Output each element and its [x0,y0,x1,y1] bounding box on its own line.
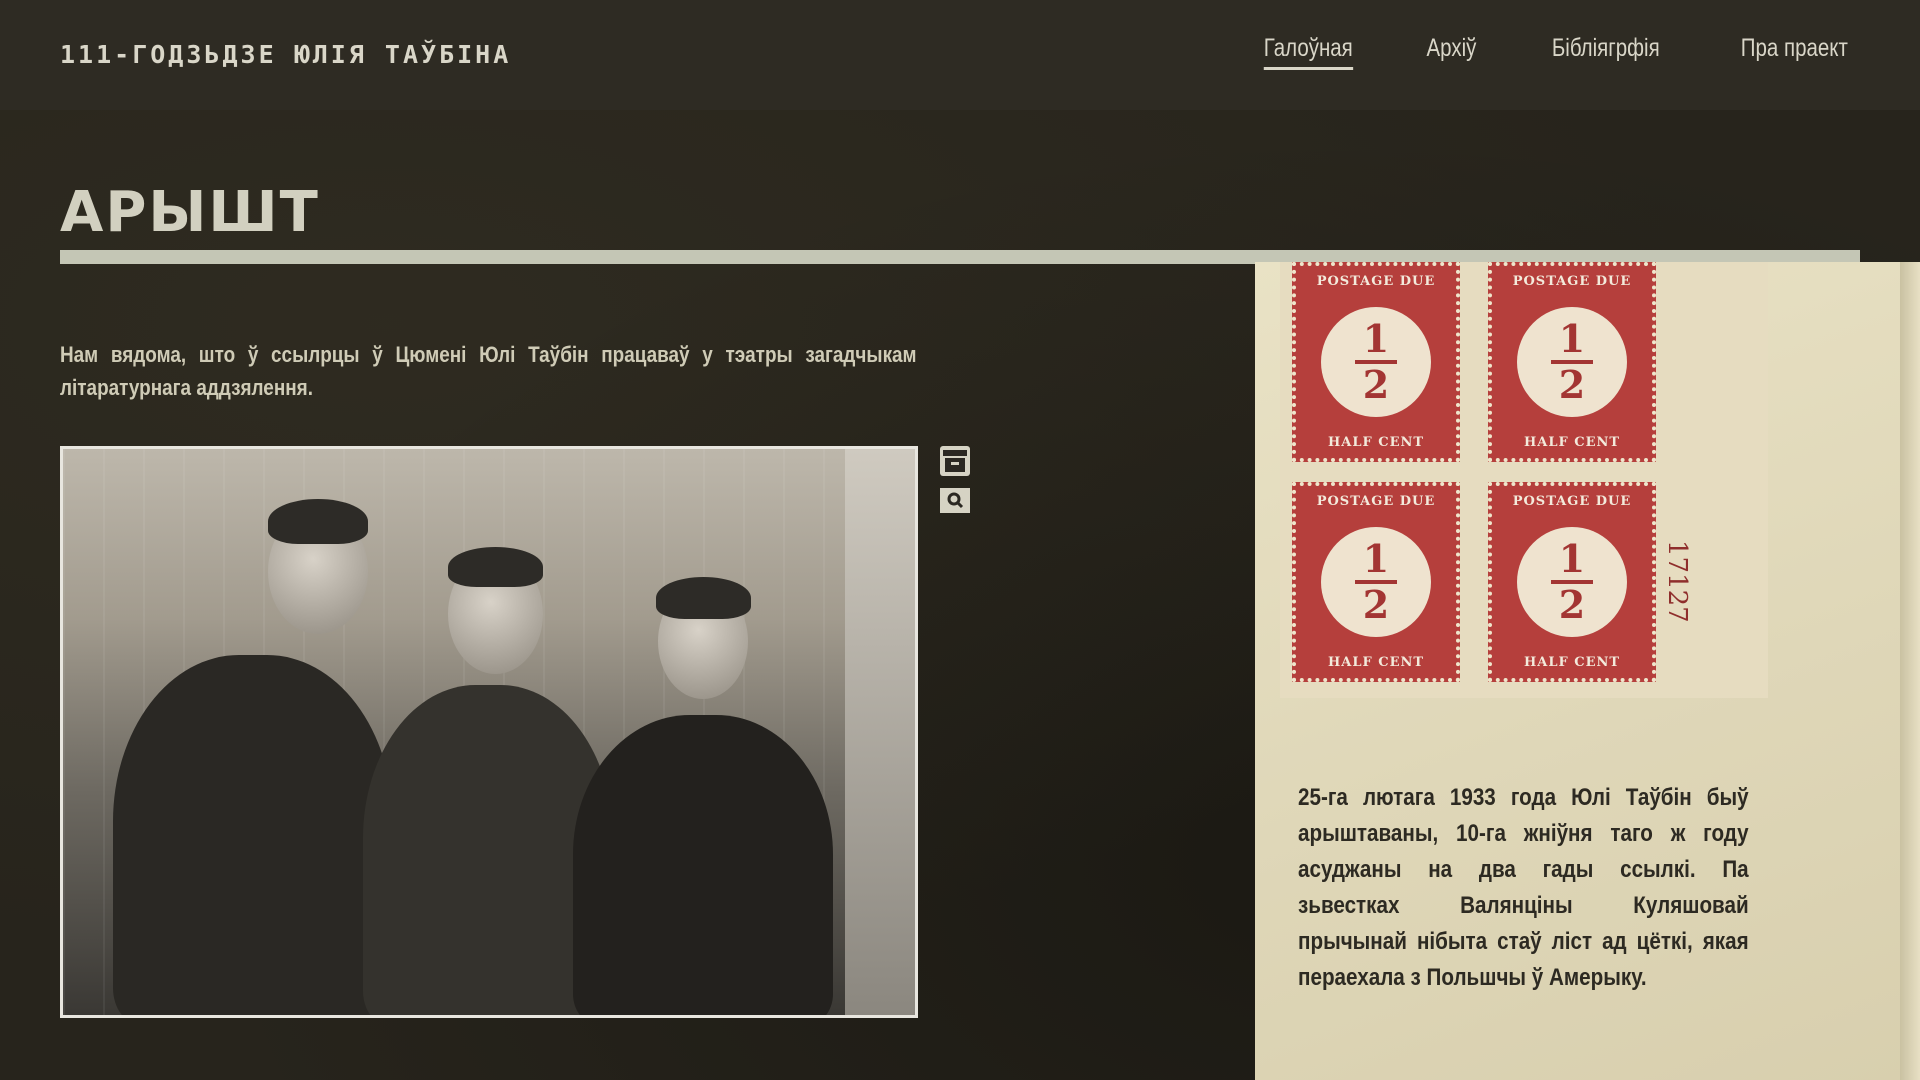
stamp-label-bottom: HALF CENT [1327,655,1425,670]
nav-item-archive[interactable]: Архіў [1426,34,1476,70]
historical-photo[interactable] [60,446,918,1018]
photo-person-left [113,655,393,1015]
stamp-label-bottom: HALF CENT [1523,435,1621,450]
stamp-fraction: 1 2 [1321,527,1431,637]
search-icon[interactable] [940,488,970,513]
stamp-top-left: POSTAGE DUE 1 2 HALF CENT [1292,262,1460,462]
nav-item-home[interactable]: Галоўная [1264,34,1354,70]
photo-hair-middle [448,547,543,587]
stamp-label-top: POSTAGE DUE [1316,274,1436,289]
archive-icon-glyph [943,450,967,472]
arrest-description: 25-га лютага 1933 года Юлі Таўбін быў ар… [1298,784,1749,991]
stamp-label-top: POSTAGE DUE [1316,494,1436,509]
main-nav: Галоўная Архіў Бібліягрфія Пра праект [1254,34,1860,70]
stamp-numerator: 1 [1558,316,1586,361]
stamp-denominator: 2 [1362,362,1390,407]
stamp-label-bottom: HALF CENT [1327,435,1425,450]
archive-icon[interactable] [940,446,970,476]
photo-hair-right [656,577,751,619]
stamp-denominator: 2 [1362,582,1390,627]
stamp-label-top: POSTAGE DUE [1512,274,1632,289]
photo-wall-edge [845,449,915,1015]
intro-paragraph: Нам вядома, што ў ссылрцы ў Цюмені Юлі Т… [60,342,917,400]
site-title[interactable]: 111-ГОДЗЬДЗЕ ЮЛІЯ ТАЎБІНА [60,40,511,69]
stamp-denominator: 2 [1558,362,1586,407]
header-bar: 111-ГОДЗЬДЗЕ ЮЛІЯ ТАЎБІНА Галоўная Архіў… [0,0,1920,110]
stamp-fraction: 1 2 [1517,307,1627,417]
stamp-denominator: 2 [1558,582,1586,627]
stamp-label-top: POSTAGE DUE [1512,494,1632,509]
envelope-edge [1900,262,1920,1080]
page-title: АРЫШТ [60,180,320,245]
stamp-numerator: 1 [1362,536,1390,581]
photo-person-right [573,715,833,1015]
search-icon-glyph [940,488,970,513]
stamp-numerator: 1 [1558,536,1586,581]
stamp-fraction: 1 2 [1517,527,1627,637]
stamp-label-bottom: HALF CENT [1523,655,1621,670]
stamp-top-right: POSTAGE DUE 1 2 HALF CENT [1488,262,1656,462]
stamp-fraction: 1 2 [1321,307,1431,417]
nav-item-about[interactable]: Пра праект [1741,34,1848,70]
stamp-numerator: 1 [1362,316,1390,361]
stamp-bottom-left: POSTAGE DUE 1 2 HALF CENT [1292,482,1460,682]
nav-item-bibliography[interactable]: Бібліягрфія [1552,34,1660,70]
photo-hair-left [268,499,368,544]
stamp-bottom-right: POSTAGE DUE 1 2 HALF CENT [1488,482,1656,682]
plate-number: 17127 [1662,540,1692,623]
